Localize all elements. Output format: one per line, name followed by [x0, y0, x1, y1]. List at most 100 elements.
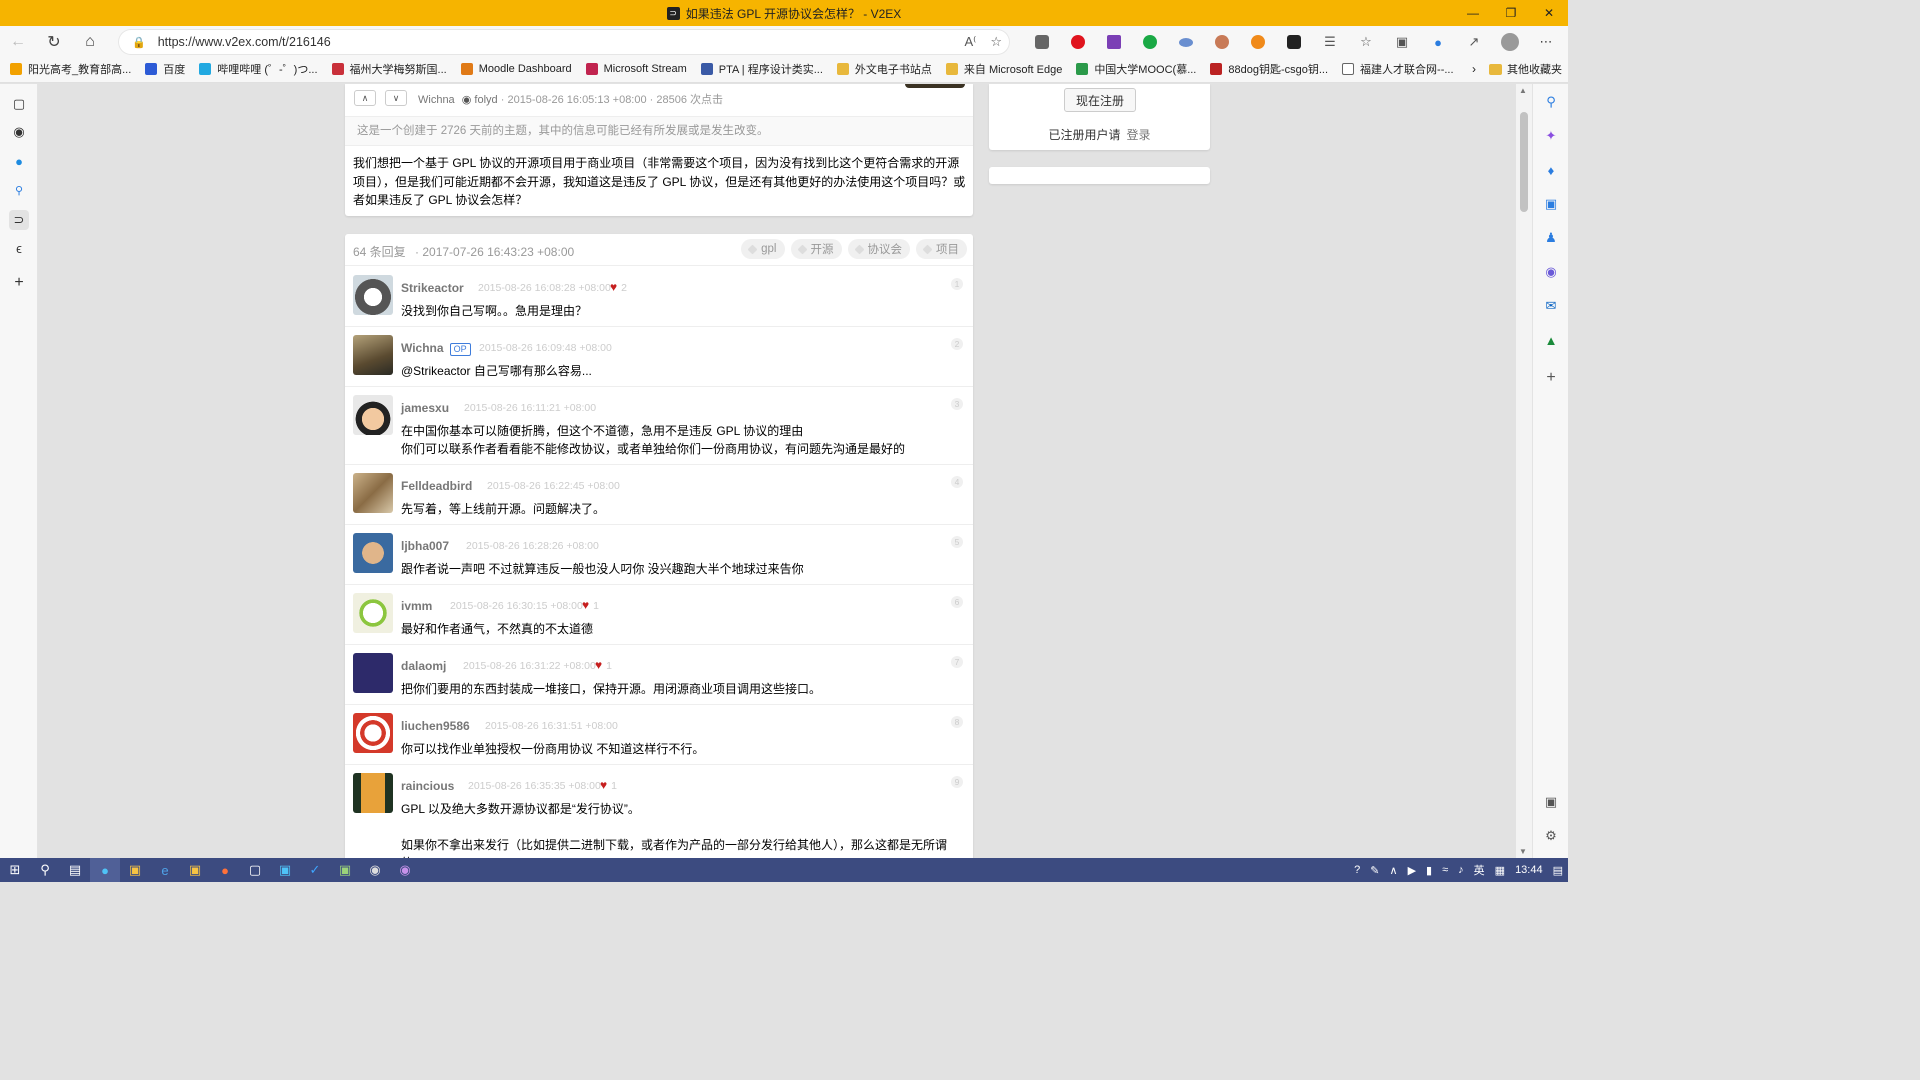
ime-language[interactable]: 英 — [1474, 862, 1485, 878]
bookmark-item[interactable]: 88dog钥匙-csgo钥... — [1210, 61, 1328, 77]
avatar-extension-icon[interactable] — [1204, 26, 1240, 58]
register-button[interactable]: 现在注册 — [1064, 88, 1136, 112]
bookmark-item[interactable]: 百度 — [145, 61, 185, 77]
taskbar-terminal-icon[interactable]: ▣ — [270, 858, 300, 882]
reply-avatar[interactable] — [353, 713, 393, 753]
edge-bar-icon[interactable]: ● — [1420, 26, 1456, 58]
v2ex-tab-icon[interactable]: ⊃ — [9, 210, 29, 230]
misc-tab-icon[interactable]: ϵ — [9, 238, 29, 258]
tampermonkey-icon[interactable] — [1276, 26, 1312, 58]
reply-username-text[interactable]: dalaomj — [401, 659, 446, 673]
tab-actions-icon[interactable]: ▢ — [9, 94, 29, 114]
more-menu-icon[interactable]: ⋯ — [1528, 26, 1564, 58]
scroll-up-arrow-icon[interactable]: ▲ — [1519, 86, 1527, 95]
onenote-icon[interactable] — [1096, 26, 1132, 58]
reply-avatar[interactable] — [353, 593, 393, 633]
reply-username-text[interactable]: ljbha007 — [401, 539, 449, 553]
lock-icon[interactable]: 🔒 — [132, 36, 146, 49]
favorites-icon[interactable]: ☆ — [1348, 26, 1384, 58]
upvote-button[interactable]: ∧ — [354, 90, 376, 106]
battery-icon[interactable]: ▮ — [1426, 864, 1432, 877]
reply-username[interactable]: raincious — [401, 779, 454, 793]
profile-avatar-icon[interactable] — [1492, 26, 1528, 58]
opera-icon[interactable] — [1060, 26, 1096, 58]
sidebar-search-icon[interactable]: ⚲ — [1541, 92, 1561, 112]
sidebar-settings-gear-icon[interactable]: ⚙ — [1541, 826, 1561, 846]
taskbar-search-icon[interactable]: ⚲ — [30, 858, 60, 882]
login-link[interactable]: 登录 — [1127, 128, 1151, 142]
tag-gpl[interactable]: gpl — [741, 239, 785, 259]
tag-license[interactable]: 协议会 — [847, 239, 910, 259]
reply-username-text[interactable]: Felldeadbird — [401, 479, 472, 493]
taskbar-steam-icon[interactable]: ◉ — [360, 858, 390, 882]
bookmark-item[interactable]: Microsoft Stream — [585, 63, 687, 75]
taskbar-notes-icon[interactable]: ▢ — [240, 858, 270, 882]
bookmark-item[interactable]: 外文电子书站点 — [836, 61, 932, 77]
tag-project[interactable]: 项目 — [916, 239, 967, 259]
downvote-button[interactable]: ∨ — [385, 90, 407, 106]
tag-opensource[interactable]: 开源 — [790, 239, 842, 259]
github-link[interactable]: folyd — [474, 94, 497, 106]
office-icon[interactable]: ◉ — [1541, 262, 1561, 282]
wifi-icon[interactable]: ≈ — [1442, 864, 1448, 876]
bookmark-item[interactable]: PTA | 程序设计类实... — [700, 61, 823, 77]
tools-icon[interactable]: ▣ — [1541, 194, 1561, 214]
outlook-icon[interactable]: ✉ — [1541, 296, 1561, 316]
bookmark-item[interactable]: 来自 Microsoft Edge — [945, 61, 1062, 77]
back-button[interactable]: ← — [0, 27, 36, 57]
bookmark-item[interactable]: 哔哩哔哩 (゜-゜)つ... — [199, 61, 318, 77]
taskbar-green-app-icon[interactable]: ▣ — [330, 858, 360, 882]
volume-icon[interactable]: ♪ — [1458, 864, 1464, 876]
notification-icon[interactable]: ▤ — [1553, 864, 1563, 877]
hide-sidebar-icon[interactable]: ▣ — [1541, 792, 1561, 812]
reply-username[interactable]: Strikeactor — [401, 281, 464, 295]
bookmark-item[interactable]: 中国大学MOOC(慕... — [1076, 61, 1196, 77]
address-bar[interactable]: 🔒 https://www.v2ex.com/t/216146 A⁽ ☆ — [118, 29, 1010, 55]
play-icon[interactable]: ▶ — [1408, 864, 1416, 877]
add-favorite-icon[interactable]: ☆ — [990, 34, 1002, 50]
copilot-icon[interactable]: ✦ — [1541, 126, 1561, 146]
scroll-down-arrow-icon[interactable]: ▼ — [1519, 847, 1527, 856]
taskbar-vscode-icon[interactable]: ✓ — [300, 858, 330, 882]
bookmark-item[interactable]: 阳光高考_教育部高... — [10, 61, 131, 77]
bookmarks-overflow-chevron-icon[interactable]: › — [1472, 58, 1476, 80]
reply-username-text[interactable]: liuchen9586 — [401, 719, 470, 733]
cloud-extension-icon[interactable] — [1168, 26, 1204, 58]
reply-username-text[interactable]: raincious — [401, 779, 454, 793]
reply-username-text[interactable]: Strikeactor — [401, 281, 464, 295]
taskbar-firefox-icon[interactable]: ● — [210, 858, 240, 882]
taskbar-ie-icon[interactable]: e — [150, 858, 180, 882]
other-favorites-folder[interactable]: 其他收藏夹 — [1489, 58, 1562, 80]
reply-avatar[interactable] — [353, 335, 393, 375]
reply-avatar[interactable] — [353, 773, 393, 813]
extension-gear-icon[interactable] — [1024, 26, 1060, 58]
help-icon[interactable]: ? — [1354, 864, 1360, 876]
bookmark-item[interactable]: 福州大学梅努斯国... — [331, 61, 447, 77]
shopping-icon[interactable]: ♦ — [1541, 160, 1561, 180]
topic-author-avatar[interactable] — [905, 84, 965, 88]
taskbar-github-icon[interactable]: ◉ — [390, 858, 420, 882]
reply-username[interactable]: ljbha007 — [401, 539, 449, 553]
games-icon[interactable]: ♟ — [1541, 228, 1561, 248]
close-button[interactable]: ✕ — [1530, 0, 1568, 26]
read-aloud-icon[interactable]: A⁽ — [964, 34, 976, 50]
tray-expand-icon[interactable]: ∧ — [1390, 864, 1398, 877]
share-icon[interactable]: ↗ — [1456, 26, 1492, 58]
check-extension-icon[interactable] — [1132, 26, 1168, 58]
reply-avatar[interactable] — [353, 275, 393, 315]
taskbar-explorer-icon[interactable]: ▣ — [180, 858, 210, 882]
reply-avatar[interactable] — [353, 473, 393, 513]
taskbar-app-icon[interactable]: ▣ — [120, 858, 150, 882]
reply-username[interactable]: Felldeadbird — [401, 479, 472, 493]
restore-button[interactable]: ❐ — [1492, 0, 1530, 26]
github-tab-icon[interactable]: ◉ — [9, 122, 29, 142]
refresh-button[interactable]: ↻ — [36, 27, 72, 57]
new-tab-icon[interactable]: + — [9, 273, 29, 293]
collections-icon[interactable]: ▣ — [1384, 26, 1420, 58]
reply-avatar[interactable] — [353, 395, 393, 435]
add-sidebar-icon[interactable]: + — [1541, 368, 1561, 388]
reply-username[interactable]: liuchen9586 — [401, 719, 470, 733]
page-scrollbar[interactable]: ▲ ▼ — [1516, 84, 1532, 858]
moon-extension-icon[interactable] — [1240, 26, 1276, 58]
reply-avatar[interactable] — [353, 653, 393, 693]
